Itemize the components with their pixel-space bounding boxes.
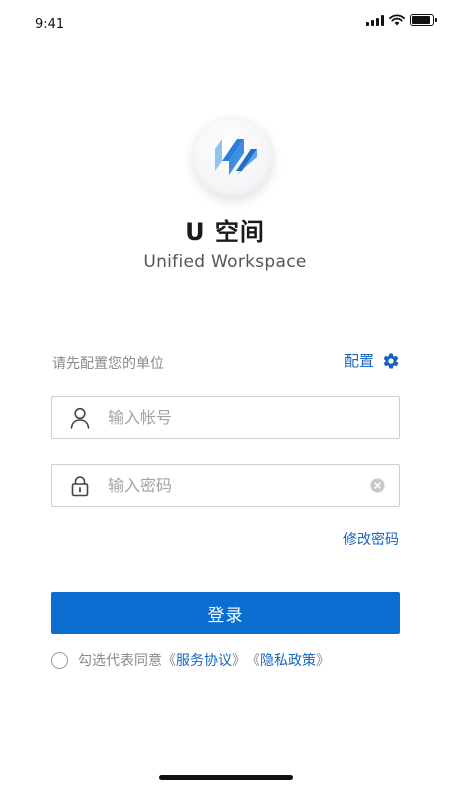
- privacy-policy-link[interactable]: 隐私政策: [260, 650, 316, 670]
- password-field[interactable]: [51, 464, 400, 507]
- status-bar: 9:41: [0, 0, 450, 44]
- bracket-close-service: 》: [232, 653, 246, 669]
- app-title: U 空间: [185, 218, 265, 246]
- user-icon: [52, 407, 108, 429]
- agreement-checkbox[interactable]: [51, 651, 68, 669]
- signal-icon: [366, 14, 384, 26]
- gear-icon: [383, 352, 399, 369]
- change-password-link[interactable]: 修改密码: [343, 529, 399, 549]
- battery-fill: [412, 16, 430, 24]
- password-input[interactable]: [108, 476, 355, 495]
- battery-icon: [410, 14, 437, 26]
- lock-icon: [52, 475, 108, 497]
- agreement-prefix: 勾选代表同意: [78, 653, 162, 669]
- logo-icon: [215, 139, 257, 175]
- agreement-row: 勾选代表同意 《 服务协议 》 《 隐私政策 》: [51, 650, 330, 670]
- unit-config-hint: 请先配置您的单位: [52, 356, 164, 372]
- wifi-icon: [389, 14, 405, 26]
- status-time: 9:41: [35, 17, 65, 32]
- account-field[interactable]: [51, 396, 400, 439]
- clear-icon: [369, 478, 385, 493]
- clear-password-button[interactable]: [355, 478, 399, 493]
- status-icons: [366, 14, 437, 26]
- app-subtitle: Unified Workspace: [143, 252, 307, 272]
- service-agreement-link[interactable]: 服务协议: [176, 650, 232, 670]
- config-label: 配置: [343, 352, 374, 370]
- bracket-open-service: 《: [162, 653, 176, 669]
- home-indicator[interactable]: [159, 775, 293, 780]
- bracket-close-privacy: 》: [316, 653, 330, 669]
- login-screen: 9:41 U 空间 Unified Workspace 请先配置您的单位 配置 …: [0, 0, 450, 800]
- login-button[interactable]: 登录: [51, 592, 400, 634]
- account-input[interactable]: [108, 408, 399, 427]
- bracket-open-privacy: 《: [246, 653, 260, 669]
- app-logo: [192, 116, 274, 198]
- config-button[interactable]: 配置: [344, 350, 400, 371]
